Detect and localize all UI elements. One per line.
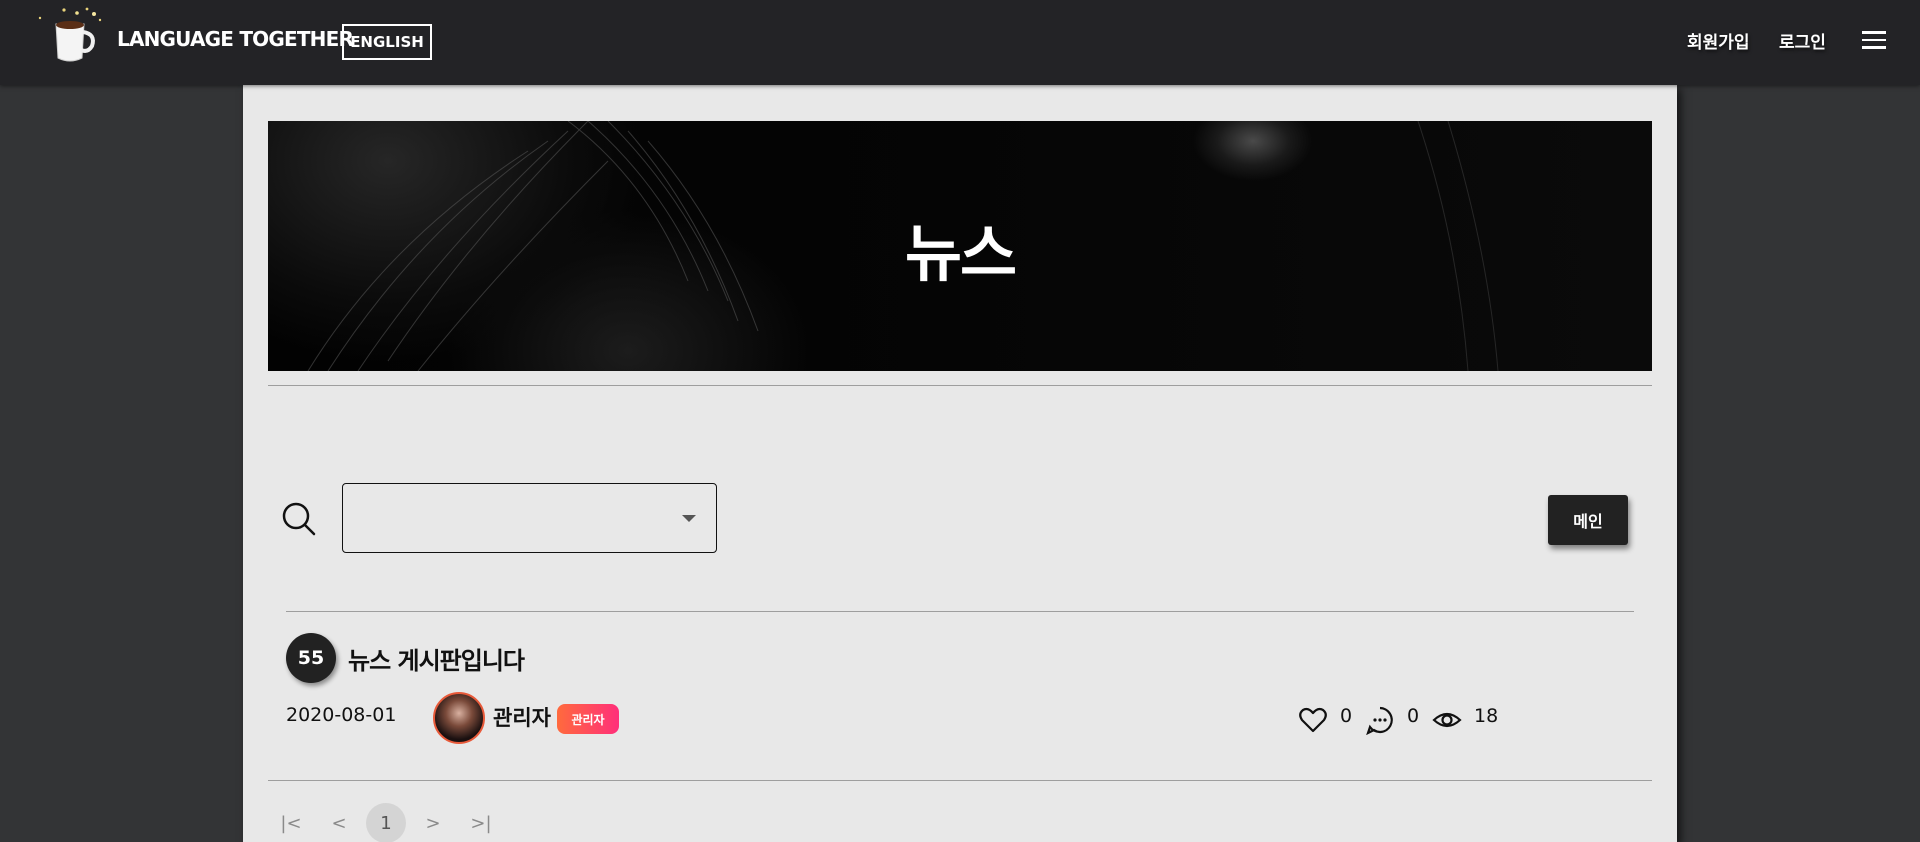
prev-page-button[interactable]: < xyxy=(319,803,359,842)
comments-count: 0 xyxy=(1407,705,1420,727)
list-bottom-divider xyxy=(268,780,1652,781)
eye-icon xyxy=(1432,705,1462,735)
content-panel: 뉴스 메인 55 뉴스 게시판입니다 2020-08-01 관리자 관리자 0 xyxy=(243,85,1677,842)
hamburger-menu-icon[interactable] xyxy=(1862,31,1886,51)
list-item[interactable]: 55 뉴스 게시판입니다 2020-08-01 관리자 관리자 0 0 18 xyxy=(286,623,1586,773)
site-logo-text[interactable]: LANGUAGE TOGETHER xyxy=(117,27,354,51)
heart-icon xyxy=(1298,705,1328,735)
coffee-cup-icon[interactable] xyxy=(32,6,112,66)
post-date: 2020-08-01 xyxy=(286,704,397,726)
search-filter-select[interactable] xyxy=(342,483,717,553)
hero-banner: 뉴스 xyxy=(268,121,1652,371)
signup-link[interactable]: 회원가입 xyxy=(1687,28,1750,53)
first-page-button[interactable]: |< xyxy=(271,803,311,842)
page-1-button[interactable]: 1 xyxy=(366,803,406,842)
post-author[interactable]: 관리자 xyxy=(493,702,551,732)
hero-divider xyxy=(268,385,1652,386)
page-title: 뉴스 xyxy=(904,217,1017,290)
chevron-down-icon xyxy=(682,515,696,522)
post-title[interactable]: 뉴스 게시판입니다 xyxy=(348,641,525,676)
top-navigation-bar: LANGUAGE TOGETHER ENGLISH 회원가입 로그인 xyxy=(0,0,1920,85)
comment-icon xyxy=(1365,705,1395,736)
language-toggle-button[interactable]: ENGLISH xyxy=(342,24,432,60)
views-count: 18 xyxy=(1474,705,1499,727)
role-badge: 관리자 xyxy=(557,704,619,734)
search-icon[interactable] xyxy=(281,501,317,537)
likes-count: 0 xyxy=(1340,705,1353,727)
post-number-badge: 55 xyxy=(286,633,336,683)
last-page-button[interactable]: >| xyxy=(461,803,501,842)
list-top-divider xyxy=(286,611,1634,612)
login-link[interactable]: 로그인 xyxy=(1779,28,1826,53)
next-page-button[interactable]: > xyxy=(413,803,453,842)
main-button[interactable]: 메인 xyxy=(1548,495,1628,545)
avatar[interactable] xyxy=(433,692,485,744)
